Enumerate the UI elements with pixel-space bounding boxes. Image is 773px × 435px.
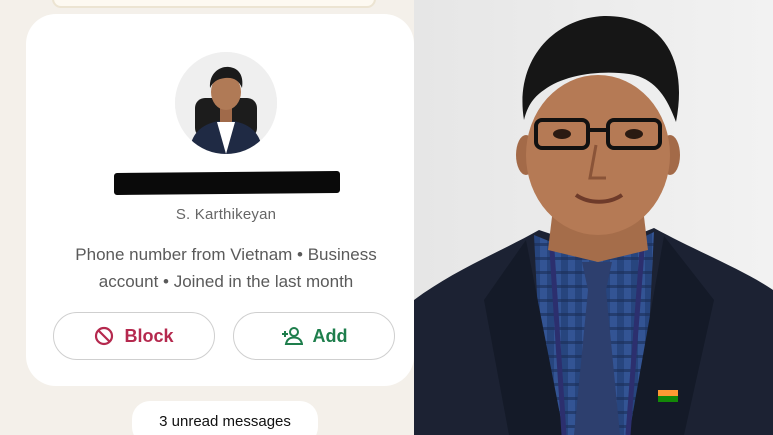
redacted-name-bar [114,171,340,195]
unread-messages-pill[interactable]: 3 unread messages [132,401,318,435]
profile-avatar[interactable] [175,52,277,154]
previous-message-bubble [52,0,376,8]
block-button[interactable]: Block [53,312,215,360]
block-icon [94,326,114,346]
portrait-photo [414,0,773,435]
add-person-icon [281,326,303,346]
contact-info-card: S. Karthikeyan Phone number from Vietnam… [26,14,414,386]
add-label: Add [312,325,348,346]
block-label: Block [124,325,174,346]
chat-panel: S. Karthikeyan Phone number from Vietnam… [0,0,414,435]
add-button[interactable]: Add [233,312,395,360]
contact-name: S. Karthikeyan [175,206,277,223]
contact-details: Phone number from Vietnam • Business acc… [75,245,377,291]
